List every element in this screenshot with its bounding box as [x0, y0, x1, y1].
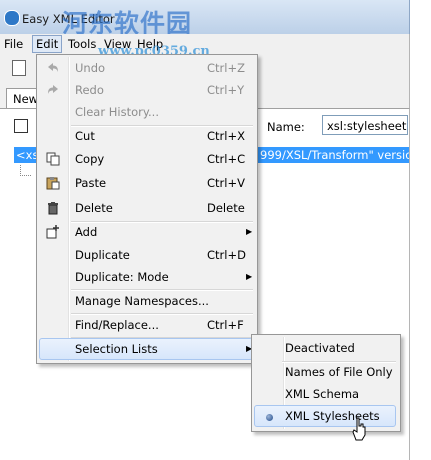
redo-arrow-icon [46, 83, 60, 97]
menu-item-clear-history[interactable]: Clear History... [39, 101, 253, 123]
app-window: Easy XML Editor 河东软件园 File Edit Tools Vi… [0, 0, 431, 460]
menu-file[interactable]: File [4, 37, 23, 51]
submenu-arrow-icon: ▶ [246, 272, 253, 281]
submenu-item-names-of-file-only[interactable]: Names of File Only [254, 361, 396, 383]
submenu-item-xml-schema[interactable]: XML Schema [254, 383, 396, 405]
menu-item-manage-namespaces[interactable]: Manage Namespaces... [39, 290, 253, 312]
tree-row-text-end: 999/XSL/Transform" version="2. [260, 148, 409, 162]
add-node-icon[interactable] [14, 119, 28, 133]
menu-item-find-replace[interactable]: Find/Replace... Ctrl+F [39, 314, 253, 336]
edit-menu: Undo Ctrl+Z Redo Ctrl+Y Clear History...… [36, 54, 258, 364]
menu-item-copy[interactable]: Copy Ctrl+C [39, 148, 253, 170]
menu-edit[interactable]: Edit [32, 35, 63, 53]
menu-item-add[interactable]: Add ▶ [39, 221, 253, 243]
name-field[interactable]: xsl:stylesheet [322, 115, 408, 135]
tree-connector [20, 165, 31, 176]
submenu-arrow-icon: ▶ [246, 227, 253, 236]
menu-tools[interactable]: Tools [68, 37, 96, 51]
add-node-icon [46, 225, 60, 239]
submenu-item-xml-stylesheets[interactable]: XML Stylesheets [254, 405, 396, 427]
copy-icon [46, 152, 60, 166]
menu-item-paste[interactable]: Paste Ctrl+V [39, 172, 253, 194]
app-icon [4, 10, 20, 26]
submenu-item-deactivated[interactable]: Deactivated [254, 337, 396, 359]
title-bar: Easy XML Editor 河东软件园 [0, 0, 410, 38]
name-label: Name: [267, 120, 305, 134]
trash-icon [46, 201, 60, 215]
radio-selected-icon [266, 414, 273, 421]
menu-item-undo[interactable]: Undo Ctrl+Z [39, 57, 253, 79]
menu-item-delete[interactable]: Delete Delete [39, 197, 253, 219]
menu-item-selection-lists[interactable]: Selection Lists ▶ [39, 338, 253, 360]
menu-item-cut[interactable]: Cut Ctrl+X [39, 125, 253, 147]
undo-arrow-icon [46, 61, 60, 75]
selection-lists-submenu: Deactivated Names of File Only XML Schem… [251, 334, 401, 432]
new-document-icon[interactable] [12, 60, 26, 76]
menu-item-duplicate-mode[interactable]: Duplicate: Mode ▶ [39, 266, 253, 288]
paste-icon [46, 176, 60, 190]
menu-item-duplicate[interactable]: Duplicate Ctrl+D [39, 244, 253, 266]
hand-cursor-icon [352, 417, 366, 441]
menu-item-redo[interactable]: Redo Ctrl+Y [39, 79, 253, 101]
